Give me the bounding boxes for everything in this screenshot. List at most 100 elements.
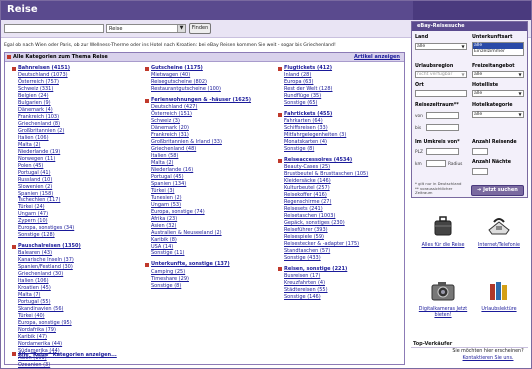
search-category-select[interactable]: Reise ▼ bbox=[106, 24, 186, 33]
kontakt-link[interactable]: Kontaktieren Sie uns. bbox=[463, 356, 514, 361]
category-link[interactable]: Bulgarien (9) bbox=[12, 100, 147, 107]
category-link[interactable]: Türkei (40) bbox=[12, 313, 147, 320]
hotelliste-select[interactable]: alle ▼ bbox=[472, 90, 524, 97]
category-link[interactable]: Griechenland (30) bbox=[12, 271, 147, 278]
unterkunft-option[interactable]: Einzelzimmer bbox=[473, 49, 523, 55]
category-link[interactable]: Schweiz (331) bbox=[12, 86, 147, 93]
category-link[interactable]: Brustbeutel & Brusttaschen (105) bbox=[278, 171, 413, 178]
artikel-anzeigen-link[interactable]: Artikel anzeigen bbox=[354, 54, 400, 60]
ort-input[interactable] bbox=[415, 90, 467, 97]
category-link[interactable]: Fahrkarten (64) bbox=[278, 118, 413, 125]
promo-label[interactable]: Internet/Telefonie bbox=[470, 243, 528, 248]
category-group-title[interactable]: Fahrtickets (455) bbox=[278, 111, 413, 118]
category-link[interactable]: Beauty-Cases (25) bbox=[278, 164, 413, 171]
category-link[interactable]: Norwegen (11) bbox=[12, 156, 147, 163]
freizeit-select[interactable]: alle ▼ bbox=[472, 71, 524, 78]
category-link[interactable]: Timeshare (29) bbox=[145, 276, 280, 283]
category-link[interactable]: Camping (25) bbox=[145, 269, 280, 276]
category-link[interactable]: Restaurantgutscheine (100) bbox=[145, 86, 280, 93]
category-link[interactable]: Sonstige (146) bbox=[278, 294, 413, 301]
unterkunft-listbox[interactable]: alle Einzelzimmer bbox=[472, 42, 524, 56]
category-link[interactable]: Türkei (3) bbox=[145, 188, 280, 195]
category-link[interactable]: Sonstige (8) bbox=[278, 146, 413, 153]
category-link[interactable]: Großbritannien & Irland (33) bbox=[145, 139, 280, 146]
promo-label[interactable]: Digitalkameras Jetzt bieten! bbox=[418, 307, 468, 319]
category-link[interactable]: Balearen (43) bbox=[12, 250, 147, 257]
category-link[interactable]: Busreisen (17) bbox=[278, 273, 413, 280]
category-link[interactable]: Frankreich (103) bbox=[12, 114, 147, 121]
category-group-title[interactable]: Gutscheine (1175) bbox=[145, 65, 280, 72]
hotelkategorie-select[interactable]: alle ▼ bbox=[472, 111, 524, 118]
category-group-title[interactable]: Pauschalreisen (1350) bbox=[12, 243, 147, 250]
category-link[interactable]: Reisetaschen (1003) bbox=[278, 213, 413, 220]
category-link[interactable]: Österreich (151) bbox=[145, 111, 280, 118]
category-link[interactable]: Dänemark (20) bbox=[145, 125, 280, 132]
category-link[interactable]: Niederlande (19) bbox=[12, 149, 147, 156]
category-link[interactable]: Europa, sonstige (74) bbox=[145, 209, 280, 216]
category-link[interactable]: Kanarische Inseln (37) bbox=[12, 257, 147, 264]
category-link[interactable]: Dänemark (4) bbox=[12, 107, 147, 114]
category-link[interactable]: Reisegutscheine (802) bbox=[145, 79, 280, 86]
category-link[interactable]: Mitfahrgelegenheiten (3) bbox=[278, 132, 413, 139]
category-link[interactable]: Reisespiele (59) bbox=[278, 234, 413, 241]
category-link[interactable]: Reisekoffer (416) bbox=[278, 192, 413, 199]
category-link[interactable]: Nordafrika (79) bbox=[12, 327, 147, 334]
category-link[interactable]: Italien (106) bbox=[12, 135, 147, 142]
km-input[interactable] bbox=[426, 160, 446, 167]
search-input[interactable] bbox=[4, 24, 104, 33]
category-link[interactable]: Rundflüge (35) bbox=[278, 93, 413, 100]
category-group-title[interactable]: Reiseaccessoires (4534) bbox=[278, 157, 413, 164]
category-link[interactable]: Sonstige (8) bbox=[145, 283, 280, 290]
category-link[interactable]: Großbritannien (2) bbox=[12, 128, 147, 135]
category-link[interactable]: Spanien (158) bbox=[12, 191, 147, 198]
category-link[interactable]: Griechenland (48) bbox=[145, 146, 280, 153]
category-link[interactable]: Russland (10) bbox=[12, 177, 147, 184]
category-link[interactable]: Sonstige (11) bbox=[145, 250, 280, 257]
category-link[interactable]: Afrika (23) bbox=[145, 216, 280, 223]
category-link[interactable]: Kulturbeutel (257) bbox=[278, 185, 413, 192]
category-link[interactable]: Sonstige (128) bbox=[12, 232, 147, 239]
category-group-title[interactable]: Ferienwohnungen & -häuser (1625) bbox=[145, 97, 280, 104]
category-link[interactable]: Sonstige (65) bbox=[278, 100, 413, 107]
category-link[interactable]: Nordamerika (44) bbox=[12, 341, 147, 348]
category-link[interactable]: Mietwagen (40) bbox=[145, 72, 280, 79]
category-link[interactable]: Belgien (24) bbox=[12, 93, 147, 100]
category-link[interactable]: Regenschirme (27) bbox=[278, 199, 413, 206]
promo-alles-reise[interactable]: Alles für die Reise bbox=[418, 214, 468, 248]
category-link[interactable]: Karibik (8) bbox=[145, 237, 280, 244]
category-link[interactable]: Schiffsreisen (33) bbox=[278, 125, 413, 132]
category-link[interactable]: Österreich (757) bbox=[12, 79, 147, 86]
category-link[interactable]: Reisestecker & -adapter (175) bbox=[278, 241, 413, 248]
category-link[interactable]: Schweiz (3) bbox=[145, 118, 280, 125]
category-link[interactable]: Niederlande (16) bbox=[145, 167, 280, 174]
category-link[interactable]: Malta (2) bbox=[12, 142, 147, 149]
category-link[interactable]: Slowenien (2) bbox=[12, 184, 147, 191]
promo-digitalkameras[interactable]: Digitalkameras Jetzt bieten! bbox=[418, 280, 468, 319]
category-link[interactable]: Portugal (41) bbox=[12, 170, 147, 177]
category-link[interactable]: Italien (58) bbox=[145, 153, 280, 160]
reisende-input[interactable] bbox=[472, 148, 488, 155]
category-link[interactable]: Spanien (134) bbox=[145, 181, 280, 188]
category-link[interactable]: Malta (2) bbox=[145, 160, 280, 167]
category-link[interactable]: Sonstige (433) bbox=[278, 255, 413, 262]
category-link[interactable]: Ungarn (47) bbox=[12, 211, 147, 218]
category-link[interactable]: Spanien/Festland (30) bbox=[12, 264, 147, 271]
promo-label[interactable]: Alles für die Reise bbox=[418, 243, 468, 248]
category-link[interactable]: Kroatien (45) bbox=[12, 285, 147, 292]
category-link[interactable]: Europa (63) bbox=[278, 79, 413, 86]
category-link[interactable]: Europa, sonstige (95) bbox=[12, 320, 147, 327]
category-link[interactable]: Standtaschen (57) bbox=[278, 248, 413, 255]
category-link[interactable]: Portugal (55) bbox=[12, 299, 147, 306]
category-link[interactable]: Ozeanien (3) bbox=[12, 362, 147, 369]
category-link[interactable]: Rest der Welt (128) bbox=[278, 86, 413, 93]
category-link[interactable]: Tunesien (2) bbox=[145, 195, 280, 202]
category-link[interactable]: Gepäck, sonstiges (230) bbox=[278, 220, 413, 227]
category-link[interactable]: Asien (32) bbox=[145, 223, 280, 230]
category-link[interactable]: Portugal (45) bbox=[145, 174, 280, 181]
category-group-title[interactable]: Unterkunfte, sonstige (137) bbox=[145, 261, 280, 268]
naechte-input[interactable] bbox=[472, 168, 488, 175]
category-link[interactable]: Zypern (10) bbox=[12, 218, 147, 225]
jetzt-suchen-button[interactable]: ➔ Jetzt suchen bbox=[471, 185, 524, 196]
category-link[interactable]: Reiseführer (393) bbox=[278, 227, 413, 234]
category-link[interactable]: USA (14) bbox=[145, 244, 280, 251]
